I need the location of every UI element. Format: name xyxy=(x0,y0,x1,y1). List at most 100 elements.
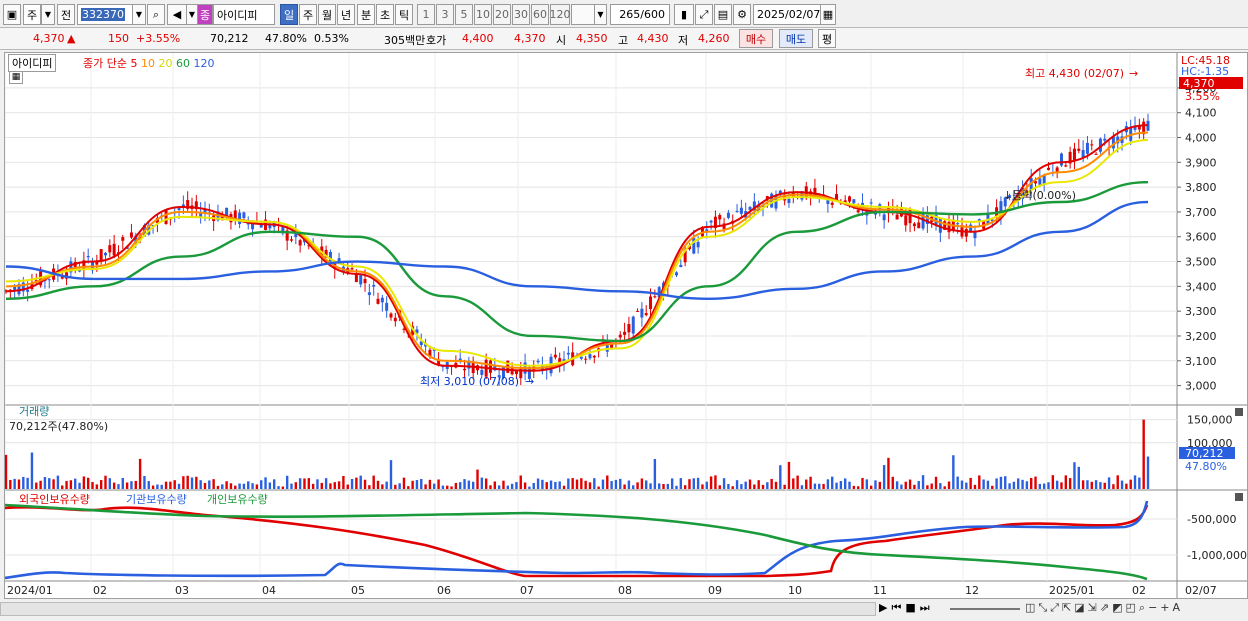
interval-1[interactable]: 1 xyxy=(417,4,435,25)
pct-tag: 3.55% xyxy=(1185,90,1220,103)
horizontal-scrollbar[interactable] xyxy=(0,602,876,616)
prev-button[interactable]: 전 xyxy=(57,4,75,25)
tab-minute[interactable]: 분 xyxy=(357,4,375,25)
sell-button[interactable]: 매도 xyxy=(779,29,813,48)
eval-button[interactable]: 평 xyxy=(818,29,836,48)
draw-tools[interactable]: ◫⤡⤢⇱◪⇲⇗◩◰⌕−+A xyxy=(1025,601,1183,615)
tool-icon[interactable]: ◫ xyxy=(1025,601,1038,614)
volume-bar xyxy=(623,484,626,489)
holding-lines xyxy=(4,500,1149,581)
candle-body xyxy=(679,264,683,268)
interval-3[interactable]: 3 xyxy=(436,4,454,25)
volume-bar xyxy=(108,478,112,489)
interval-dropdown-icon[interactable]: ▼ xyxy=(594,4,607,25)
candle-body xyxy=(636,310,640,312)
first-icon[interactable]: ⏮ xyxy=(891,601,905,614)
tool-icon[interactable]: ◩ xyxy=(1112,601,1125,614)
period-select[interactable]: 주 xyxy=(23,4,41,25)
open-label: 시 xyxy=(556,34,567,47)
interval-20[interactable]: 20 xyxy=(493,4,511,25)
date-field[interactable]: 2025/02/07 xyxy=(753,4,821,25)
interval-120[interactable]: 120 xyxy=(550,4,571,25)
last-icon[interactable]: ⏭ xyxy=(920,601,934,614)
nav-controls[interactable]: ▶⏮■⏭ xyxy=(879,601,934,615)
tab-month[interactable]: 월 xyxy=(318,4,336,25)
y-tick-label: 3,700 xyxy=(1185,206,1217,219)
tab-label: 초 xyxy=(379,8,391,22)
tool-icon[interactable]: ⇗ xyxy=(1100,601,1112,614)
count-field[interactable]: 265/600 xyxy=(610,4,670,25)
interval-5[interactable]: 5 xyxy=(455,4,473,25)
volume-bar xyxy=(1142,419,1145,489)
chevron-down-icon[interactable]: ▼ xyxy=(41,4,55,25)
volume-bar xyxy=(653,458,657,489)
candle-icon[interactable]: ▮ xyxy=(674,4,694,25)
volume-bar xyxy=(203,483,207,489)
chart-area[interactable]: 4,2004,1004,0003,9003,8003,7003,6003,500… xyxy=(4,52,1248,599)
stop-icon[interactable]: ■ xyxy=(905,601,919,614)
tab-second[interactable]: 초 xyxy=(376,4,394,25)
save-icon[interactable]: ▤ xyxy=(714,4,732,25)
volume-bar xyxy=(601,479,605,489)
volume-bar xyxy=(247,481,250,489)
search-icon[interactable]: ⌕ xyxy=(147,4,165,25)
volume-bar xyxy=(368,485,371,489)
volume-bar xyxy=(748,479,752,489)
code-dropdown-icon[interactable]: ▼ xyxy=(132,4,146,25)
interval-label: 5 xyxy=(460,8,468,21)
gear-icon[interactable]: ⚙ xyxy=(733,4,751,25)
font-icon[interactable]: A xyxy=(1173,601,1184,614)
tool-icon[interactable]: ⤢ xyxy=(1050,601,1062,614)
tab-tick[interactable]: 틱 xyxy=(395,4,413,25)
table-icon[interactable]: ▦ xyxy=(9,71,23,84)
volume-panel-close-icon[interactable] xyxy=(1235,408,1243,416)
zoom-slider[interactable] xyxy=(950,608,1020,610)
volume-bar xyxy=(831,476,834,489)
tool-icon[interactable]: ◰ xyxy=(1126,601,1139,614)
volume-bar xyxy=(65,480,68,489)
candle-body xyxy=(177,208,181,210)
interval-30[interactable]: 30 xyxy=(512,4,530,25)
tab-year[interactable]: 년 xyxy=(337,4,355,25)
x-tick-label: 08 xyxy=(618,584,632,597)
crosshair-icon[interactable]: ⤢ xyxy=(695,4,713,25)
tab-day[interactable]: 일 xyxy=(280,4,298,25)
tool-icon[interactable]: ⇲ xyxy=(1088,601,1100,614)
volume-bar xyxy=(986,480,990,489)
stock-name-field[interactable]: 아이디피 xyxy=(213,4,275,25)
y-tick-label: 4,100 xyxy=(1185,107,1217,120)
volume-bar xyxy=(285,475,289,489)
holding-panel-close-icon[interactable] xyxy=(1235,493,1243,501)
tool-icon[interactable]: ◪ xyxy=(1074,601,1087,614)
volume-bar xyxy=(705,481,708,489)
volume-bar xyxy=(865,479,869,489)
chart-svg[interactable]: 4,2004,1004,0003,9003,8003,7003,6003,500… xyxy=(4,53,1247,598)
price-legend-name[interactable]: 아이디피 xyxy=(8,54,57,72)
volume-bar xyxy=(173,480,176,489)
tool-icon[interactable]: ⤡ xyxy=(1038,601,1050,614)
candle-body xyxy=(584,358,588,360)
scroll-right-icon[interactable]: ▶ xyxy=(879,601,891,614)
calendar-icon[interactable]: ▦ xyxy=(820,4,836,25)
candle-body xyxy=(372,284,376,287)
volume-bar xyxy=(666,483,670,489)
interval-60[interactable]: 60 xyxy=(531,4,549,25)
volume-bar xyxy=(580,478,583,489)
change-pct-text: +3.55% xyxy=(136,32,181,45)
volume-bar xyxy=(99,480,103,489)
zoom-out-icon[interactable]: − xyxy=(1148,601,1160,614)
buy-button[interactable]: 매수 xyxy=(739,29,773,48)
interval-10[interactable]: 10 xyxy=(474,4,492,25)
code-input[interactable]: 332370 xyxy=(77,4,133,25)
search-icon[interactable]: ⌕ xyxy=(1139,601,1148,614)
speaker-icon[interactable]: ◀ xyxy=(167,4,187,25)
candle-body xyxy=(618,334,622,338)
window-icon[interactable]: ▣ xyxy=(3,4,21,25)
candle-body xyxy=(99,249,103,262)
interval-label: 20 xyxy=(495,8,509,21)
zoom-in-icon[interactable]: + xyxy=(1160,601,1172,614)
tab-week[interactable]: 주 xyxy=(299,4,317,25)
tool-icon[interactable]: ⇱ xyxy=(1062,601,1074,614)
price-tag: 4,370 xyxy=(1183,77,1215,90)
volume-bar xyxy=(835,482,838,489)
